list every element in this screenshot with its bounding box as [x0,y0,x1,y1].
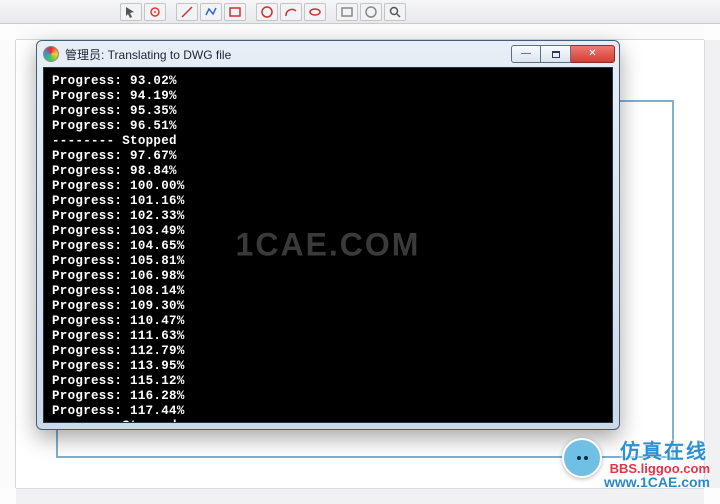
maximize-button[interactable] [541,45,571,63]
rect-icon[interactable] [224,3,246,21]
console-line: Progress: 105.81% [52,254,604,269]
ruler-horizontal [16,24,704,40]
console-line: Progress: 111.63% [52,329,604,344]
window-title: 管理员: Translating to DWG file [65,46,231,63]
arc-icon[interactable] [280,3,302,21]
watermark-badge [562,438,602,478]
rect2-icon[interactable] [336,3,358,21]
console-window: 管理员: Translating to DWG file — ✕ 1CAE.CO… [36,40,620,430]
minimize-button[interactable]: — [511,45,541,63]
console-line: Progress: 106.98% [52,269,604,284]
ruler-vertical [0,40,16,488]
arrow-icon[interactable] [120,3,142,21]
titlebar[interactable]: 管理员: Translating to DWG file — ✕ [37,41,619,67]
console-line: Progress: 100.00% [52,179,604,194]
console-line: -------- Stopped [52,134,604,149]
close-button[interactable]: ✕ [571,45,615,63]
console-output: 1CAE.COM Progress: 93.02%Progress: 94.19… [43,67,613,423]
scrollbar-horizontal[interactable] [16,488,704,504]
console-line: Progress: 95.35% [52,104,604,119]
watermark-url: www.1CAE.com [604,474,710,490]
window-controls: — ✕ [511,45,615,63]
watermark-cn: 仿真在线 [620,435,708,464]
app-icon [43,46,59,62]
host-toolbar [0,0,720,24]
console-line: Progress: 116.28% [52,389,604,404]
console-line: -------- Stopped [52,419,604,423]
polyline-icon[interactable] [200,3,222,21]
scrollbar-vertical[interactable] [704,40,720,488]
circle2-icon[interactable] [360,3,382,21]
console-line: Progress: 110.47% [52,314,604,329]
console-line: Progress: 109.30% [52,299,604,314]
console-line: Progress: 102.33% [52,209,604,224]
console-line: Progress: 103.49% [52,224,604,239]
select-icon[interactable] [144,3,166,21]
line-icon[interactable] [176,3,198,21]
console-line: Progress: 115.12% [52,374,604,389]
console-line: Progress: 93.02% [52,74,604,89]
circle-icon[interactable] [256,3,278,21]
search-icon[interactable] [384,3,406,21]
console-line: Progress: 96.51% [52,119,604,134]
console-line: Progress: 108.14% [52,284,604,299]
console-line: Progress: 104.65% [52,239,604,254]
console-line: Progress: 97.67% [52,149,604,164]
console-line: Progress: 113.95% [52,359,604,374]
ellipse-icon[interactable] [304,3,326,21]
console-line: Progress: 94.19% [52,89,604,104]
console-line: Progress: 98.84% [52,164,604,179]
console-line: Progress: 117.44% [52,404,604,419]
console-line: Progress: 112.79% [52,344,604,359]
console-line: Progress: 101.16% [52,194,604,209]
